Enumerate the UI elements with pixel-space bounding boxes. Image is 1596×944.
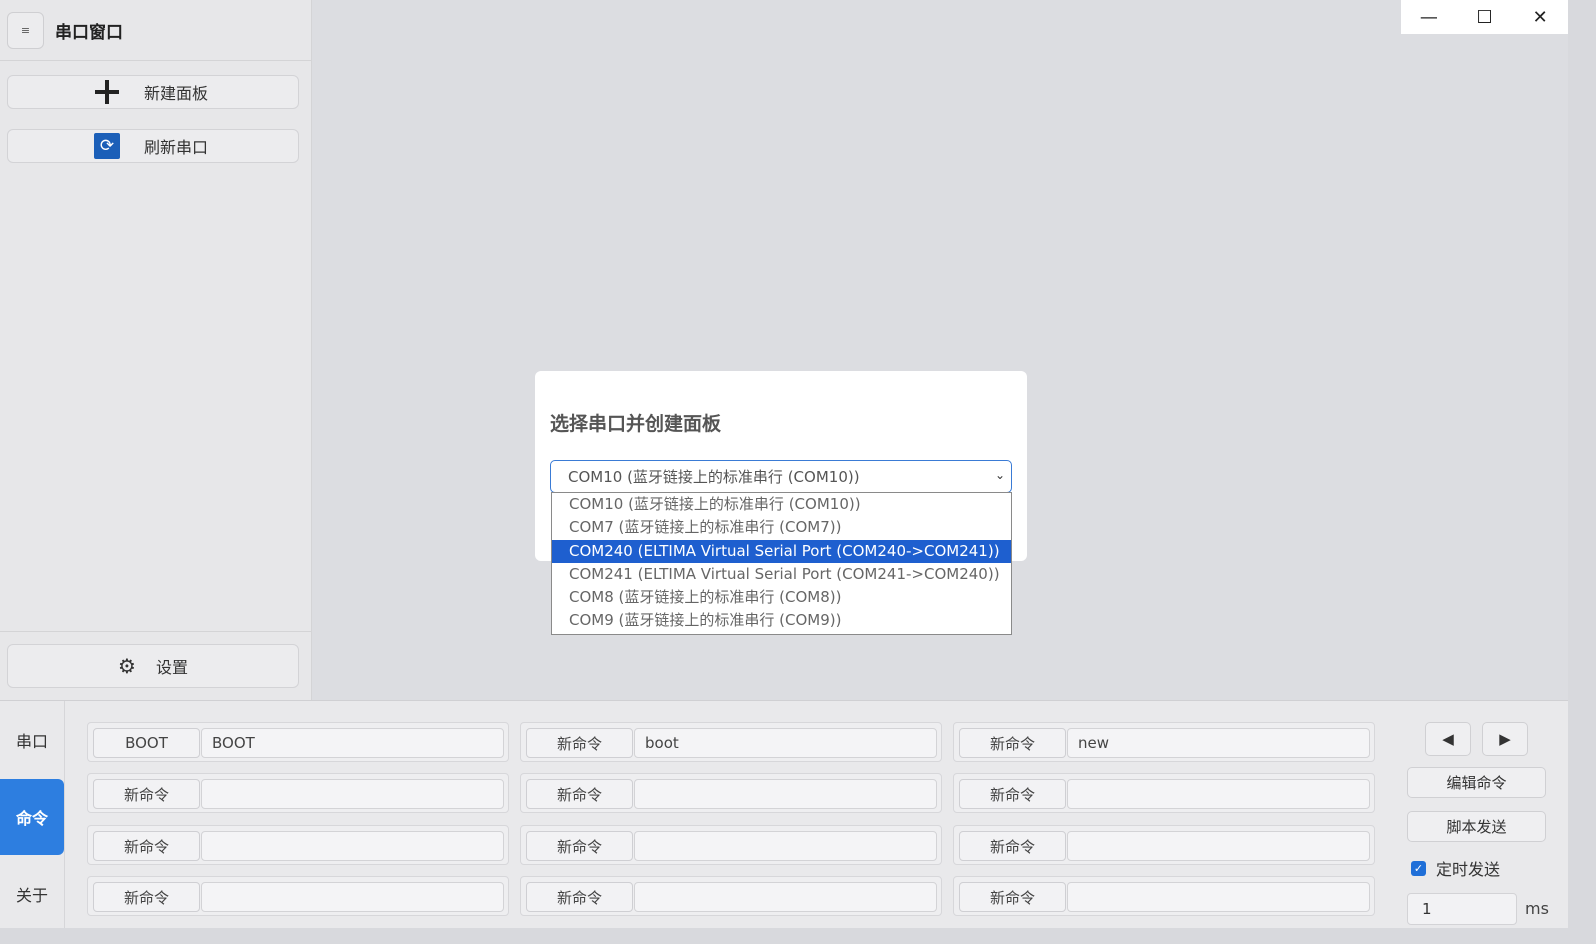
settings-button[interactable]: ⚙ 设置 [7, 644, 299, 688]
command-input[interactable]: new [1067, 728, 1370, 758]
close-icon[interactable]: ✕ [1512, 0, 1568, 34]
command-slot: 新命令 [953, 825, 1375, 865]
timer-send-label: 定时发送 [1436, 860, 1501, 879]
chevron-down-icon: ⌄ [994, 468, 1005, 482]
arrow-right-icon: ▶ [1499, 730, 1511, 748]
command-slot: 新命令 [87, 773, 509, 813]
command-slot: 新命令 [520, 876, 942, 916]
command-slot: BOOT BOOT [87, 722, 509, 762]
menu-icon[interactable]: ≡ [7, 11, 44, 49]
command-slot: 新命令 boot [520, 722, 942, 762]
command-input[interactable]: boot [634, 728, 937, 758]
dialog-title: 选择串口并创建面板 [550, 413, 722, 435]
command-send-button[interactable]: 新命令 [959, 779, 1066, 809]
new-panel-label: 新建面板 [144, 84, 209, 103]
command-input[interactable] [634, 882, 937, 912]
edit-commands-button[interactable]: 编辑命令 [1407, 767, 1546, 798]
command-input[interactable] [1067, 779, 1370, 809]
command-input[interactable] [634, 779, 937, 809]
command-send-button[interactable]: 新命令 [93, 831, 200, 861]
settings-label: 设置 [155, 658, 188, 677]
command-send-button[interactable]: 新命令 [526, 831, 633, 861]
command-send-button[interactable]: 新命令 [959, 882, 1066, 912]
minimize-icon[interactable]: — [1401, 0, 1457, 34]
command-send-button[interactable]: 新命令 [959, 728, 1066, 758]
checkbox-checked-icon[interactable]: ✓ [1411, 860, 1426, 876]
interval-unit-label: ms [1525, 899, 1549, 918]
command-send-button[interactable]: 新命令 [526, 779, 633, 809]
vertical-tabs: 串口 命令 关于 [0, 701, 65, 929]
refresh-ports-button[interactable]: ⟳ 刷新串口 [7, 129, 299, 163]
command-send-button[interactable]: 新命令 [93, 882, 200, 912]
port-option[interactable]: COM241 (ELTIMA Virtual Serial Port (COM2… [552, 563, 1011, 586]
port-option-highlighted[interactable]: COM240 (ELTIMA Virtual Serial Port (COM2… [552, 539, 1011, 563]
port-option[interactable]: COM10 (蓝牙链接上的标准串行 (COM10)) [552, 493, 1011, 516]
command-input[interactable] [201, 882, 504, 912]
new-panel-button[interactable]: 新建面板 [7, 75, 299, 109]
window-bottom-edge [0, 928, 1596, 944]
tab-about[interactable]: 关于 [0, 856, 64, 932]
command-input[interactable] [1067, 831, 1370, 861]
port-select-value: COM10 (蓝牙链接上的标准串行 (COM10)) [568, 468, 860, 486]
next-page-button[interactable]: ▶ [1482, 722, 1528, 756]
port-dropdown-list: COM10 (蓝牙链接上的标准串行 (COM10)) COM7 (蓝牙链接上的标… [551, 492, 1012, 635]
sidebar-title: 串口窗口 [55, 22, 123, 43]
command-input[interactable]: BOOT [201, 728, 504, 758]
window-edge [1568, 0, 1596, 944]
port-option[interactable]: COM9 (蓝牙链接上的标准串行 (COM9)) [552, 609, 1011, 632]
command-send-button[interactable]: 新命令 [959, 831, 1066, 861]
port-option[interactable]: COM7 (蓝牙链接上的标准串行 (COM7)) [552, 516, 1011, 539]
refresh-ports-label: 刷新串口 [144, 138, 209, 157]
prev-page-button[interactable]: ◀ [1425, 722, 1471, 756]
command-send-button[interactable]: 新命令 [526, 882, 633, 912]
plus-icon [94, 79, 120, 105]
port-select[interactable]: COM10 (蓝牙链接上的标准串行 (COM10)) ⌄ [550, 460, 1012, 493]
command-slot: 新命令 [87, 825, 509, 865]
sidebar-header: ≡ 串口窗口 [0, 0, 311, 61]
command-send-button[interactable]: 新命令 [93, 779, 200, 809]
tab-serial[interactable]: 串口 [0, 702, 64, 778]
command-slot: 新命令 [953, 876, 1375, 916]
command-input[interactable] [634, 831, 937, 861]
gear-icon: ⚙ [118, 654, 136, 678]
command-input[interactable] [201, 779, 504, 809]
timer-send-toggle[interactable]: ✓ 定时发送 [1411, 856, 1500, 880]
command-slot: 新命令 new [953, 722, 1375, 762]
refresh-icon: ⟳ [94, 133, 120, 159]
port-option[interactable]: COM8 (蓝牙链接上的标准串行 (COM8)) [552, 586, 1011, 609]
command-slot: 新命令 [87, 876, 509, 916]
command-send-button[interactable]: 新命令 [526, 728, 633, 758]
settings-area: ⚙ 设置 [0, 631, 312, 700]
maximize-icon[interactable]: ☐ [1457, 0, 1513, 34]
tab-commands[interactable]: 命令 [0, 779, 64, 855]
arrow-left-icon: ◀ [1442, 730, 1454, 748]
command-input[interactable] [201, 831, 504, 861]
command-slot: 新命令 [520, 773, 942, 813]
window-controls: — ☐ ✕ [1401, 0, 1568, 34]
interval-input[interactable]: 1 [1407, 893, 1517, 925]
command-slot: 新命令 [953, 773, 1375, 813]
command-input[interactable] [1067, 882, 1370, 912]
command-slot: 新命令 [520, 825, 942, 865]
sidebar: ≡ 串口窗口 新建面板 ⟳ 刷新串口 ⚙ 设置 [0, 0, 312, 700]
command-send-button[interactable]: BOOT [93, 728, 200, 758]
script-send-button[interactable]: 脚本发送 [1407, 811, 1546, 842]
bottom-panel: 串口 命令 关于 BOOT BOOT 新命令 boot 新命令 new 新命令 … [0, 700, 1568, 929]
